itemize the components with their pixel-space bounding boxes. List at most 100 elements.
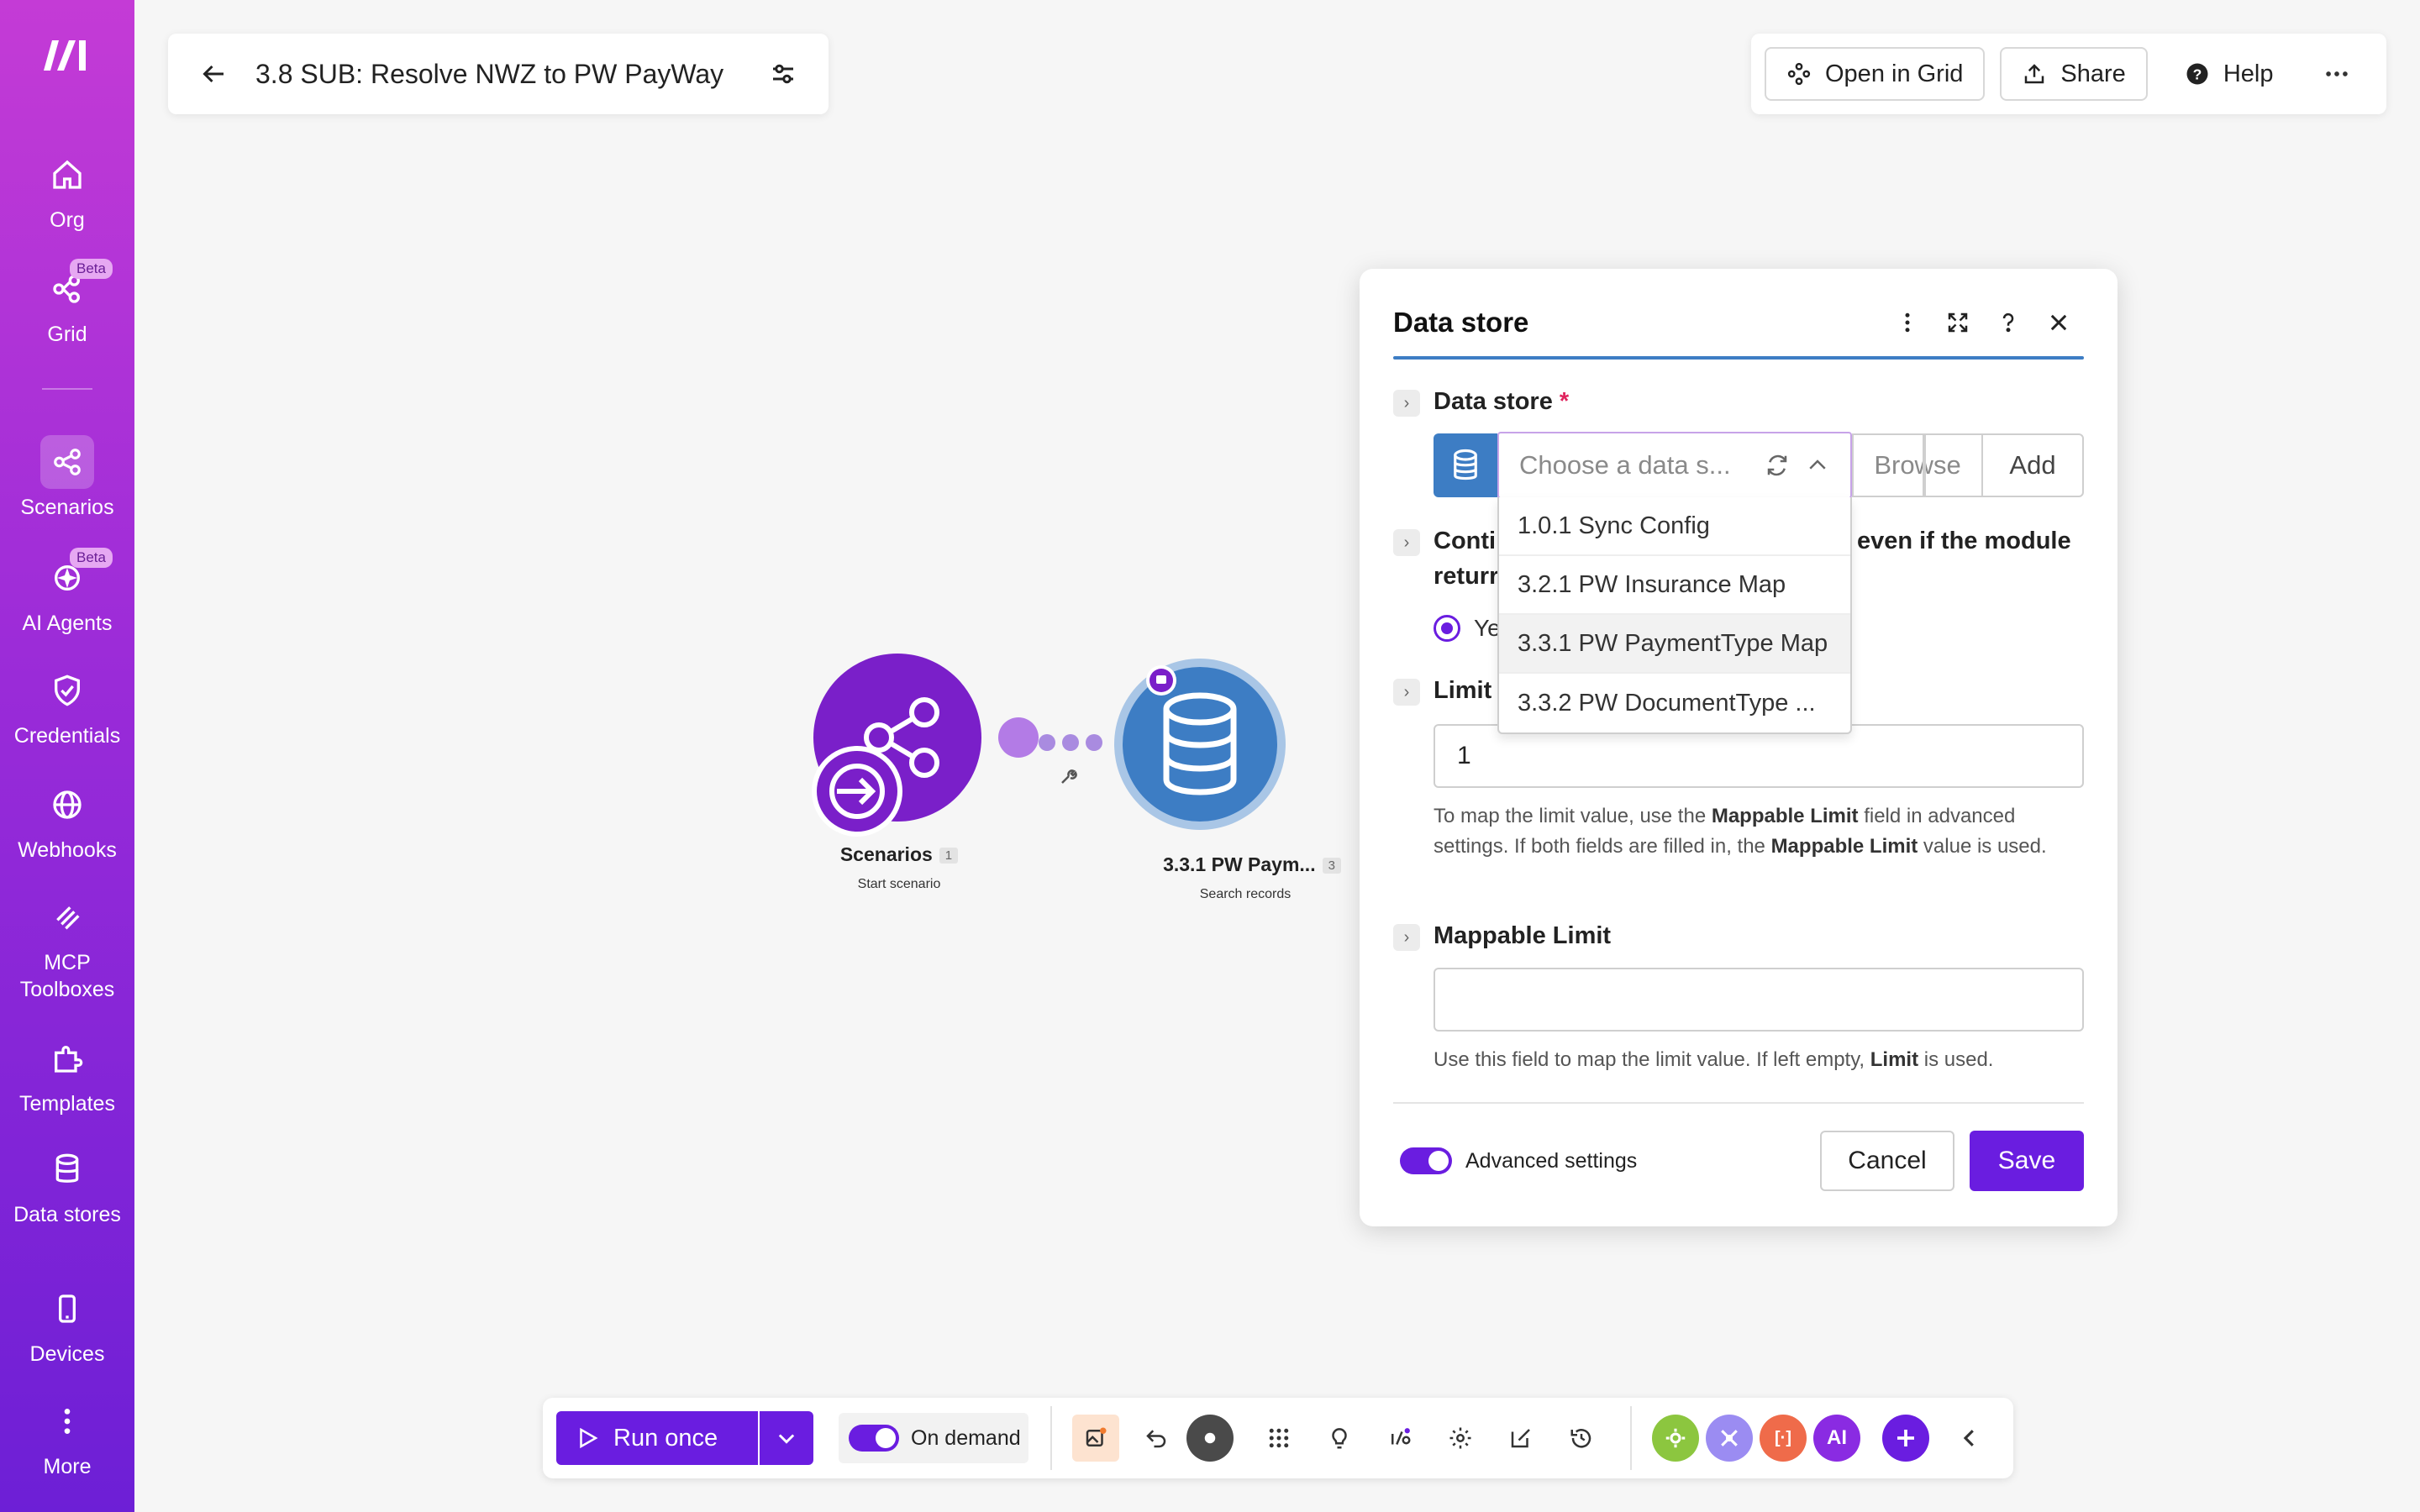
- sidebar-item-ai-agents[interactable]: Beta AI Agents: [0, 548, 134, 637]
- node-count-badge: 1: [939, 848, 959, 864]
- data-store-select[interactable]: Choose a data s...: [1497, 432, 1852, 499]
- required-mark: *: [1559, 388, 1570, 415]
- sidebar-item-label: Webhooks: [18, 838, 117, 862]
- browse-button[interactable]: Browse: [1852, 433, 1983, 497]
- notes-image-icon[interactable]: [1072, 1415, 1119, 1462]
- shield-icon: [40, 664, 94, 717]
- sidebar-item-mcp-toolboxes[interactable]: MCP Toolboxes: [0, 890, 134, 1003]
- expand-icon[interactable]: [1933, 299, 1983, 346]
- data-store-module-node[interactable]: [1114, 659, 1286, 830]
- kebab-menu-icon[interactable]: [1882, 299, 1933, 346]
- continue-field-label-part2: even if the module: [1857, 528, 2071, 554]
- sidebar-item-grid[interactable]: Beta Grid: [0, 259, 134, 348]
- scenarios-node-label[interactable]: Scenarios 1: [807, 843, 992, 866]
- edit-note-icon[interactable]: [1497, 1415, 1544, 1462]
- mappable-limit-input[interactable]: [1434, 968, 2084, 1032]
- chevron-right-icon[interactable]: ›: [1393, 679, 1420, 706]
- undo-icon[interactable]: [1133, 1415, 1180, 1462]
- run-once-button[interactable]: Run once: [556, 1411, 758, 1465]
- sidebar-item-scenarios[interactable]: Scenarios: [0, 435, 134, 521]
- grid-icon: Beta: [40, 259, 113, 316]
- open-in-grid-button[interactable]: Open in Grid: [1765, 47, 1986, 101]
- yes-radio-button[interactable]: [1434, 615, 1460, 642]
- scenario-flow-canvas: [812, 654, 1286, 837]
- sidebar-item-label: Templates: [19, 1092, 115, 1116]
- database-icon: [40, 1142, 94, 1196]
- hint-bold: Mappable Limit: [1711, 805, 1859, 827]
- make-logo-icon[interactable]: [40, 34, 94, 74]
- bracket-app-icon[interactable]: [·]: [1760, 1415, 1807, 1462]
- scenarios-node-subtitle: Start scenario: [857, 877, 941, 891]
- chevron-right-icon[interactable]: ›: [1393, 529, 1420, 556]
- wrench-icon[interactable]: [1061, 769, 1077, 784]
- on-demand-toggle[interactable]: On demand: [839, 1413, 1028, 1463]
- dropdown-option[interactable]: 3.3.1 PW PaymentType Map: [1499, 615, 1850, 674]
- cancel-button[interactable]: Cancel: [1820, 1131, 1954, 1191]
- add-module-icon[interactable]: [1882, 1415, 1929, 1462]
- dialog-footer-divider: [1393, 1102, 2084, 1104]
- toolbar-separator: [1630, 1406, 1632, 1470]
- sidebar-item-webhooks[interactable]: Webhooks: [0, 778, 134, 864]
- sidebar-item-label: Grid: [47, 323, 87, 346]
- hint-bold: Limit: [1870, 1048, 1919, 1071]
- dropdown-option[interactable]: 1.0.1 Sync Config: [1499, 497, 1850, 556]
- chevron-up-icon[interactable]: [1805, 453, 1830, 478]
- record-icon[interactable]: [1186, 1415, 1234, 1462]
- io-icon[interactable]: [1376, 1415, 1423, 1462]
- data-store-dialog: Data store › Data store * Choose a data …: [1360, 269, 2118, 1226]
- sidebar-item-devices[interactable]: Devices: [0, 1282, 134, 1368]
- data-store-node-subtitle: Search records: [1199, 887, 1292, 901]
- collapse-chevron-left-icon[interactable]: [1946, 1415, 1993, 1462]
- chevron-right-icon[interactable]: ›: [1393, 924, 1420, 951]
- dropdown-option[interactable]: 3.2.1 PW Insurance Map: [1499, 556, 1850, 615]
- puzzle-icon: [40, 1032, 94, 1085]
- back-arrow-icon[interactable]: [198, 59, 229, 89]
- data-store-node-label[interactable]: 3.3.1 PW Paym... 3: [1143, 853, 1361, 876]
- beta-badge: Beta: [70, 548, 113, 568]
- sidebar-item-label: Devices: [29, 1342, 105, 1366]
- yes-radio-label: Ye: [1474, 615, 1501, 641]
- settings-sliders-icon[interactable]: [768, 59, 798, 89]
- hint-bold: Mappable Limit: [1770, 835, 1918, 858]
- device-icon: [40, 1282, 94, 1336]
- sidebar-item-data-stores[interactable]: Data stores: [0, 1142, 134, 1228]
- dropdown-option[interactable]: 3.3.2 PW DocumentType ...: [1499, 674, 1850, 732]
- toolbar-separator: [1050, 1406, 1052, 1470]
- sidebar-item-templates[interactable]: Templates: [0, 1032, 134, 1117]
- sidebar-item-label: Data stores: [13, 1203, 121, 1226]
- share-button[interactable]: Share: [2000, 47, 2148, 101]
- chevron-right-icon[interactable]: ›: [1393, 390, 1420, 417]
- connector-dots[interactable]: [1039, 734, 1102, 751]
- dots-grid-icon[interactable]: [1255, 1415, 1302, 1462]
- sidebar-item-label: MCP Toolboxes: [19, 951, 115, 1001]
- data-store-field-label: Data store *: [1434, 388, 1569, 416]
- advanced-settings-toggle[interactable]: [1400, 1147, 1452, 1174]
- hint-text: value is used.: [1918, 835, 2047, 858]
- ai-agents-icon: Beta: [40, 548, 113, 605]
- lightbulb-icon[interactable]: [1316, 1415, 1363, 1462]
- save-button[interactable]: Save: [1970, 1131, 2084, 1191]
- sidebar-item-org[interactable]: Org: [0, 148, 134, 234]
- more-options-icon[interactable]: [2310, 47, 2364, 101]
- sidebar-item-more[interactable]: More: [0, 1394, 134, 1480]
- add-button[interactable]: Add: [1981, 433, 2084, 497]
- gear-icon[interactable]: [1437, 1415, 1484, 1462]
- help-button[interactable]: ? Help: [2162, 47, 2296, 101]
- close-icon[interactable]: [2033, 299, 2084, 346]
- database-icon: [1434, 433, 1497, 497]
- scenarios-module-node[interactable]: [812, 654, 1039, 837]
- refresh-icon[interactable]: [1765, 453, 1790, 478]
- advanced-settings-label: Advanced settings: [1465, 1149, 1638, 1173]
- continue-field-label-part1: Conti: [1434, 528, 1497, 554]
- history-icon[interactable]: [1558, 1415, 1605, 1462]
- run-options-chevron-icon[interactable]: [760, 1411, 813, 1465]
- question-icon[interactable]: [1983, 299, 2033, 346]
- ai-app-icon[interactable]: AI: [1813, 1415, 1860, 1462]
- limit-field-label: Limit: [1434, 677, 1492, 704]
- scenario-title[interactable]: 3.8 SUB: Resolve NWZ to PW PayWay: [255, 59, 768, 90]
- top-actions-bar: Open in Grid Share ? Help: [1751, 34, 2386, 114]
- tools-app-icon[interactable]: [1706, 1415, 1753, 1462]
- continue-field-label-line2: returr: [1434, 563, 1499, 590]
- gear-app-icon[interactable]: [1652, 1415, 1699, 1462]
- sidebar-item-credentials[interactable]: Credentials: [0, 664, 134, 749]
